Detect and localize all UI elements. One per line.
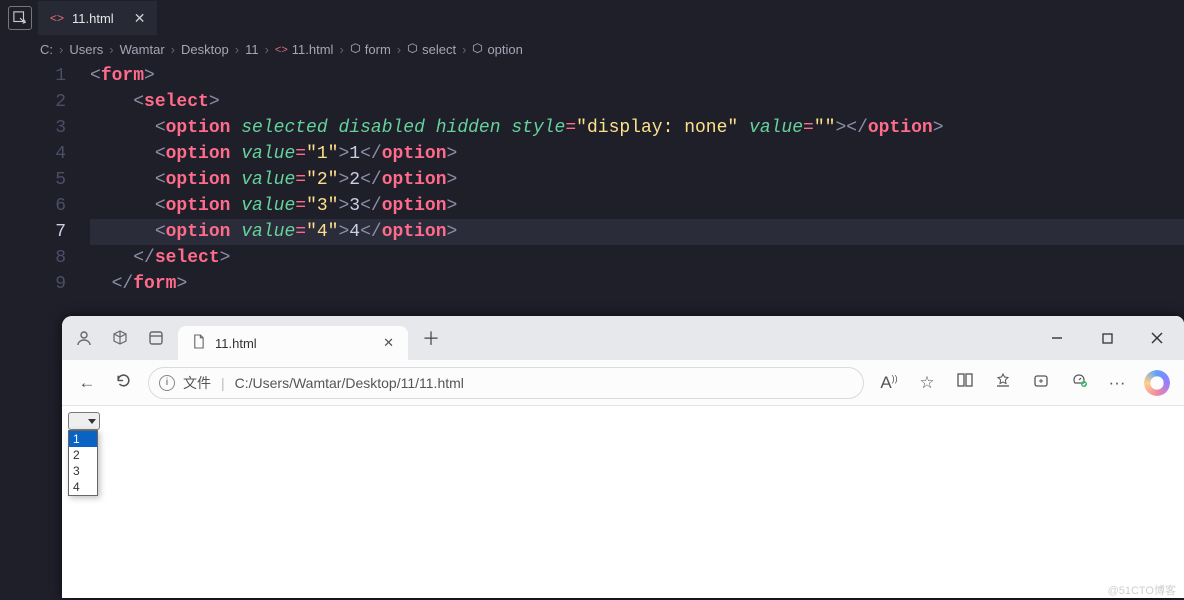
browser-window: 11.html ✕ ＋ ← i 文件 | C:/Users/Wamtar/Des… (62, 316, 1184, 598)
breadcrumb[interactable]: C: › Users › Wamtar › Desktop › 11 › <> … (0, 36, 1184, 63)
browser-viewport: 1234 (62, 406, 1184, 598)
browser-tabstrip: 11.html ✕ ＋ (62, 316, 1184, 360)
chevron-right-icon: › (263, 42, 271, 57)
html-file-icon: <> (50, 11, 64, 25)
performance-icon[interactable] (1068, 372, 1090, 393)
code-line[interactable]: <option selected disabled hidden style="… (90, 115, 1184, 141)
panel-icon[interactable] (142, 324, 170, 352)
code-line[interactable]: </form> (90, 271, 1184, 297)
chevron-right-icon: › (233, 42, 241, 57)
info-icon[interactable]: i (159, 375, 175, 391)
chevron-right-icon: › (337, 42, 345, 57)
element-icon (350, 43, 361, 57)
chevron-right-icon: › (169, 42, 177, 57)
split-icon[interactable] (954, 372, 976, 393)
chevron-right-icon: › (395, 42, 403, 57)
chevron-right-icon: › (107, 42, 115, 57)
breadcrumb-segment[interactable]: 11 (245, 42, 259, 57)
address-prefix: 文件 (183, 373, 211, 393)
html-file-icon: <> (275, 44, 288, 56)
favorite-icon[interactable]: ☆ (916, 373, 938, 393)
browser-toolbar: ← i 文件 | C:/Users/Wamtar/Desktop/11/11.h… (62, 360, 1184, 406)
editor-tab-label: 11.html (72, 11, 114, 26)
address-bar[interactable]: i 文件 | C:/Users/Wamtar/Desktop/11/11.htm… (148, 367, 864, 399)
code-content[interactable]: <form> <select> <option selected disable… (90, 63, 1184, 297)
chevron-right-icon: › (460, 42, 468, 57)
new-tab-button[interactable]: ＋ (416, 325, 446, 351)
breadcrumb-segment[interactable]: C: (40, 42, 53, 57)
breadcrumb-segment[interactable]: form (365, 42, 391, 57)
refresh-button[interactable] (112, 372, 134, 394)
collections-icon[interactable] (1030, 372, 1052, 393)
code-line[interactable]: <option value="2">2</option> (90, 167, 1184, 193)
close-icon[interactable]: ✕ (383, 335, 394, 351)
maximize-button[interactable] (1086, 323, 1128, 353)
cube-icon[interactable] (106, 324, 134, 352)
chevron-right-icon: › (57, 42, 65, 57)
code-line[interactable]: <option value="4">4</option> (90, 219, 1184, 245)
code-line[interactable]: <option value="3">3</option> (90, 193, 1184, 219)
read-aloud-icon[interactable]: A)) (878, 373, 900, 393)
close-window-button[interactable] (1136, 323, 1178, 353)
code-line[interactable]: <form> (90, 63, 1184, 89)
breadcrumb-segment[interactable]: select (422, 42, 456, 57)
breadcrumb-segment[interactable]: 11.html (292, 42, 334, 57)
more-icon[interactable]: ··· (1106, 373, 1128, 393)
line-gutter: 123456789 (0, 63, 90, 297)
breadcrumb-segment[interactable]: Desktop (181, 42, 229, 57)
select-option[interactable]: 3 (69, 463, 97, 479)
code-line[interactable]: </select> (90, 245, 1184, 271)
element-icon (472, 43, 483, 57)
select-element[interactable] (68, 412, 100, 430)
favorites-bar-icon[interactable] (992, 372, 1014, 393)
window-controls (1036, 316, 1178, 360)
address-path: C:/Users/Wamtar/Desktop/11/11.html (235, 375, 464, 391)
select-option[interactable]: 1 (69, 431, 97, 447)
code-line[interactable]: <option value="1">1</option> (90, 141, 1184, 167)
browser-tab-active[interactable]: 11.html ✕ (178, 326, 408, 360)
close-icon[interactable]: ✕ (134, 10, 146, 27)
back-button[interactable]: ← (76, 373, 98, 393)
breadcrumb-segment[interactable]: Wamtar (120, 42, 165, 57)
breadcrumb-segment[interactable]: option (487, 42, 522, 57)
element-icon (407, 43, 418, 57)
copilot-icon[interactable] (1144, 370, 1170, 396)
watermark: @51CTO博客 (1108, 582, 1176, 598)
profile-icon[interactable] (70, 324, 98, 352)
code-editor[interactable]: 123456789 <form> <select> <option select… (0, 63, 1184, 297)
editor-tab-active[interactable]: <> 11.html ✕ (38, 1, 157, 35)
editor-tab-bar: <> 11.html ✕ (0, 0, 1184, 36)
browser-tab-title: 11.html (215, 336, 257, 351)
code-line[interactable]: <select> (90, 89, 1184, 115)
select-option[interactable]: 4 (69, 479, 97, 495)
breadcrumb-segment[interactable]: Users (69, 42, 103, 57)
select-dropdown[interactable]: 1234 (68, 430, 98, 496)
minimize-button[interactable] (1036, 323, 1078, 353)
select-option[interactable]: 2 (69, 447, 97, 463)
inspect-icon[interactable] (8, 6, 32, 30)
page-icon (192, 334, 205, 352)
